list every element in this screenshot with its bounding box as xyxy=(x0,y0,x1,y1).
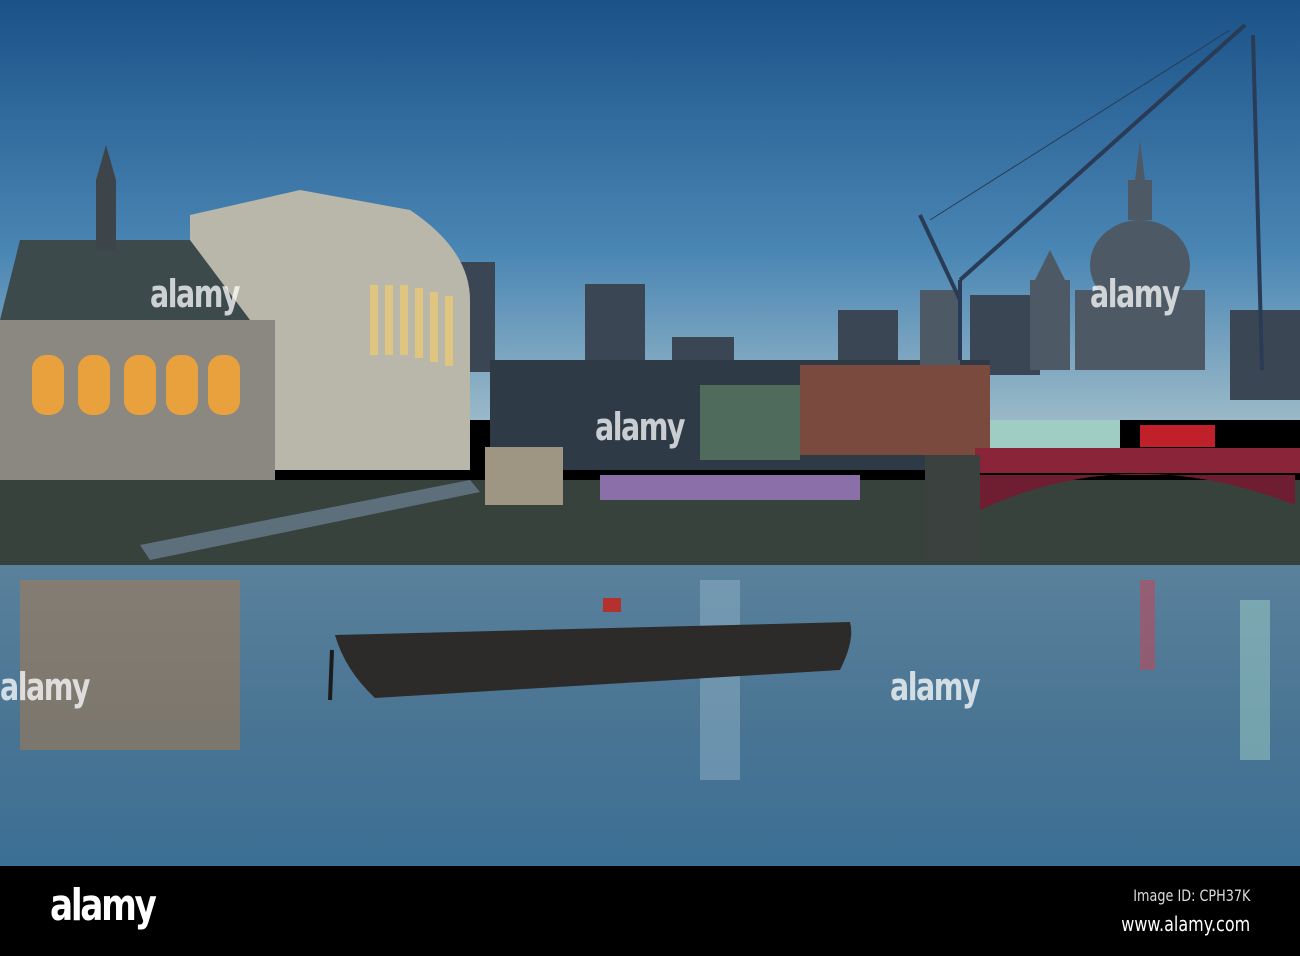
watermark: alamy xyxy=(890,665,981,709)
watermark: alamy xyxy=(595,405,686,449)
stock-photo: alamy alamy alamy alamy alamy alamy Imag… xyxy=(0,0,1300,956)
watermark: alamy xyxy=(0,665,91,709)
glass-building xyxy=(700,385,800,460)
site-url[interactable]: www.alamy.com xyxy=(1121,912,1250,936)
pier-hut xyxy=(485,447,563,505)
watermark: alamy xyxy=(150,272,241,316)
brick-office xyxy=(800,365,990,455)
image-id: Image ID: CPH37K xyxy=(1132,886,1250,905)
watermark: alamy xyxy=(1090,272,1181,316)
alamy-logo[interactable]: alamy xyxy=(50,880,157,931)
lit-arcade xyxy=(600,475,860,500)
footer-bar: alamy Image ID: CPH37K www.alamy.com xyxy=(0,866,1300,956)
